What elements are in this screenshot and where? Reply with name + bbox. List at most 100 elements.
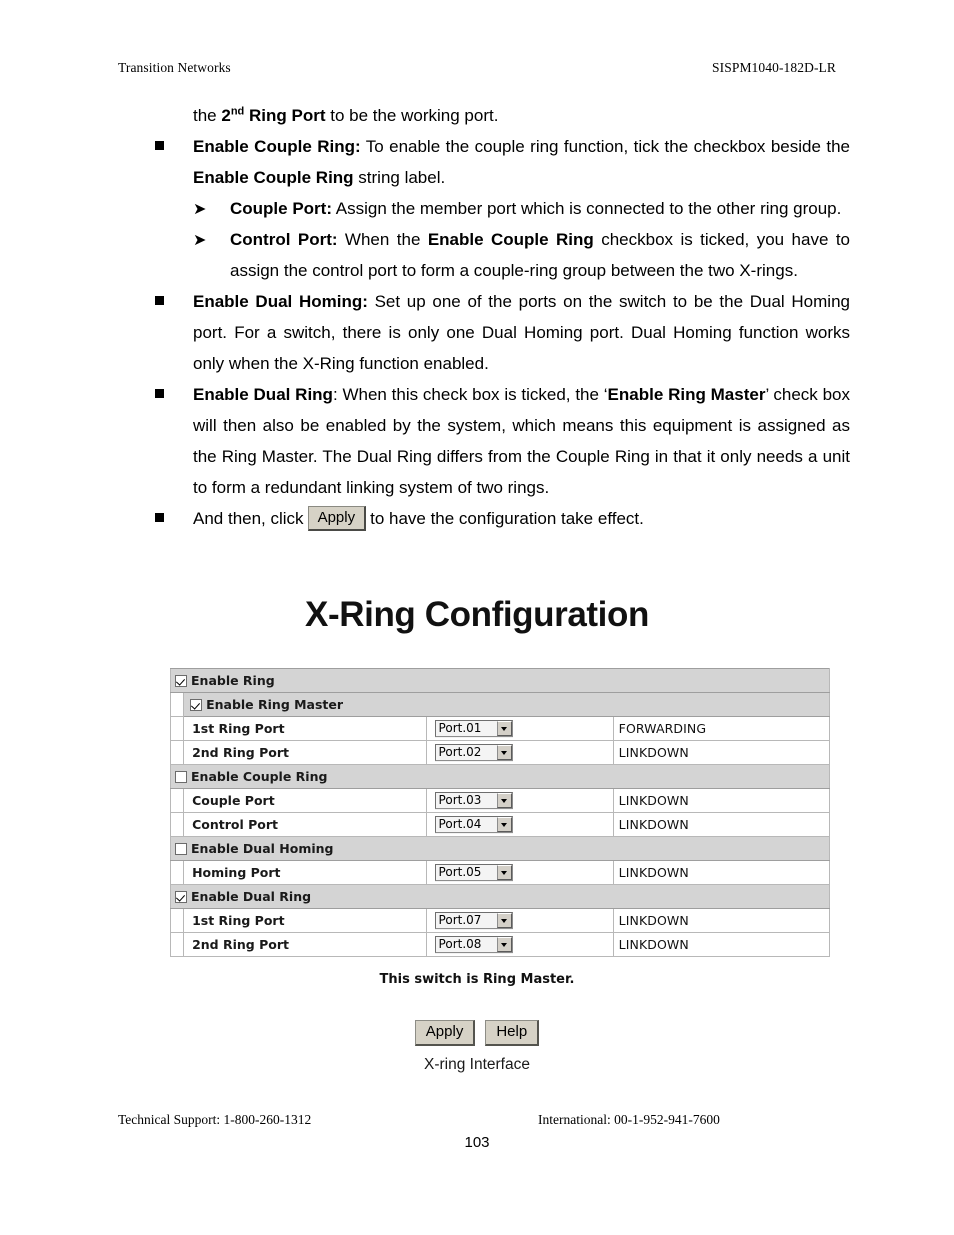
inline-apply-button[interactable]: Apply <box>307 506 367 531</box>
row-label-cell: Couple Port <box>183 788 427 813</box>
row-label: 1st Ring Port <box>192 913 285 928</box>
row-indent-cell <box>169 740 185 765</box>
x-ring-configuration-table: Enable Ring Enable Ring Master 1st Ring Po… <box>169 668 831 957</box>
row-label: 1st Ring Port <box>192 721 285 736</box>
term-label: Control Port: <box>230 230 338 249</box>
table-row: 1st Ring Port Port.07 LINKDOWN <box>169 908 831 933</box>
checkbox-enable-couple-ring[interactable] <box>175 770 187 783</box>
port-select-cell: Port.08 <box>425 932 614 957</box>
footer-international: International: 00-1-952-941-7600 <box>538 1112 720 1127</box>
x-ring-configuration-figure: X-Ring Configuration Enable Ring Enable R… <box>0 592 954 1073</box>
port-select-cell: Port.02 <box>425 740 614 765</box>
chevron-down-icon[interactable] <box>496 817 512 832</box>
port-select-value: Port.02 <box>435 745 497 760</box>
port-select-value: Port.08 <box>435 937 497 952</box>
table-row: 1st Ring Port Port.01 FORWARDING <box>169 716 831 741</box>
term-label: Couple Port: <box>230 199 332 218</box>
status-badge: LINKDOWN <box>618 865 689 880</box>
chevron-down-icon[interactable] <box>496 721 512 736</box>
port-select-value: Port.07 <box>435 913 497 928</box>
row-indent-cell <box>169 860 185 885</box>
table-row: Couple Port Port.03 LINKDOWN <box>169 788 831 813</box>
text-run: to have the configuration take effect. <box>370 509 644 528</box>
row-label: Couple Port <box>192 793 275 808</box>
status-badge: LINKDOWN <box>618 745 689 760</box>
table-group-row: Enable Couple Ring <box>170 764 830 789</box>
bullet-apply-instruction: And then, click Apply to have the configur… <box>155 503 850 534</box>
checkbox-enable-dual-homing[interactable] <box>175 842 187 855</box>
status-badge: LINKDOWN <box>618 913 689 928</box>
text-run: : When this check box is ticked, the ‘ <box>332 385 608 404</box>
port-select[interactable]: Port.08 <box>434 936 513 953</box>
port-select[interactable]: Port.07 <box>434 912 513 929</box>
term-label: Enable Couple Ring <box>193 168 354 187</box>
status-badge: LINKDOWN <box>618 793 689 808</box>
group-label: Enable Couple Ring <box>191 769 328 784</box>
paragraph-continuation: the 2nd Ring Port to be the working port… <box>155 100 850 131</box>
checkbox-enable-ring[interactable] <box>175 674 187 687</box>
arrow-bullet-icon: ➤ <box>193 199 207 218</box>
row-indent-cell <box>169 908 185 933</box>
row-label-cell: 2nd Ring Port <box>183 932 427 957</box>
bullet-couple-port: ➤ Couple Port: Assign the member port whi… <box>155 193 850 224</box>
row-indent-cell <box>169 788 185 813</box>
port-select[interactable]: Port.04 <box>434 816 513 833</box>
port-select[interactable]: Port.05 <box>434 864 513 881</box>
port-select-cell: Port.03 <box>425 788 614 813</box>
chevron-down-icon[interactable] <box>496 745 512 760</box>
row-label: Control Port <box>192 817 278 832</box>
port-select-cell: Port.07 <box>425 908 614 933</box>
port-select[interactable]: Port.01 <box>434 720 513 737</box>
page-number: 103 <box>464 1134 490 1151</box>
row-indent-cell <box>169 716 185 741</box>
group-header-cell: Enable Dual Homing <box>170 836 830 861</box>
document-body: the 2nd Ring Port to be the working port… <box>155 100 850 534</box>
status-badge: LINKDOWN <box>618 937 689 952</box>
apply-button[interactable]: Apply <box>414 1020 476 1046</box>
group-label: Enable Ring Master <box>206 697 344 712</box>
checkbox-enable-ring-master[interactable] <box>190 698 203 711</box>
port-select-value: Port.05 <box>435 865 497 880</box>
port-select-value: Port.04 <box>435 817 497 832</box>
port-status-cell: LINKDOWN <box>612 812 831 837</box>
port-select[interactable]: Port.03 <box>434 792 513 809</box>
term-label: Enable Dual Ring <box>193 385 333 404</box>
group-label: Enable Ring <box>191 673 275 688</box>
row-label: 2nd Ring Port <box>192 745 289 760</box>
group-label: Enable Dual Homing <box>191 841 334 856</box>
ordinal-suffix: nd <box>230 105 245 118</box>
table-row: Control Port Port.04 LINKDOWN <box>169 812 831 837</box>
row-indent-cell <box>169 812 185 837</box>
text-run: the <box>193 106 222 125</box>
table-group-row: Enable Dual Homing <box>170 836 830 861</box>
help-button[interactable]: Help <box>485 1020 540 1046</box>
table-group-row: Enable Ring <box>170 668 830 693</box>
status-badge: FORWARDING <box>618 721 707 736</box>
running-head-left: Transition Networks <box>118 60 231 75</box>
square-bullet-icon <box>155 389 164 398</box>
port-select[interactable]: Port.02 <box>434 744 513 761</box>
square-bullet-icon <box>155 141 164 150</box>
port-status-cell: LINKDOWN <box>612 932 831 957</box>
term-label: Enable Couple Ring: <box>193 137 361 156</box>
chevron-down-icon[interactable] <box>496 865 512 880</box>
table-body: Enable Ring Enable Ring Master 1st Ring Po… <box>169 668 831 957</box>
row-indent-cell <box>169 692 185 717</box>
bullet-enable-dual-homing: Enable Dual Homing: Set up one of the po… <box>155 286 850 379</box>
arrow-bullet-icon: ➤ <box>193 230 207 249</box>
text-run: Assign the member port which is connecte… <box>332 199 842 218</box>
chevron-down-icon[interactable] <box>496 937 512 952</box>
square-bullet-icon <box>155 513 164 522</box>
port-select-value: Port.03 <box>435 793 497 808</box>
port-status-cell: LINKDOWN <box>612 908 831 933</box>
text-run: When the <box>337 230 428 249</box>
chevron-down-icon[interactable] <box>496 913 512 928</box>
port-status-cell: FORWARDING <box>612 716 831 741</box>
running-head-right: SISPM1040-182D-LR <box>712 60 836 75</box>
row-label-cell: 1st Ring Port <box>183 908 427 933</box>
checkbox-enable-dual-ring[interactable] <box>175 890 187 903</box>
row-label: Homing Port <box>192 865 281 880</box>
text-run: Ring Port <box>244 106 326 125</box>
square-bullet-icon <box>155 296 164 305</box>
chevron-down-icon[interactable] <box>496 793 512 808</box>
